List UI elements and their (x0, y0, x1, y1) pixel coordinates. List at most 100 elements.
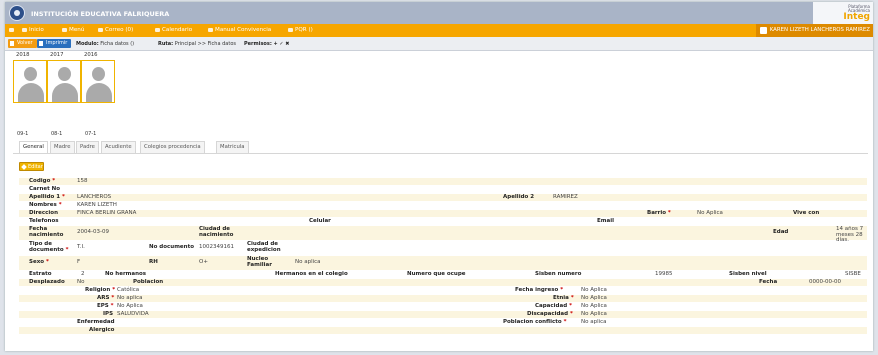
row-telefonos: Telefonos Celular Email (19, 218, 867, 225)
rh-label: RH (149, 259, 158, 265)
tab-acudiente[interactable]: Acudiente (101, 141, 136, 153)
main-menu: Inicio Menú Correo (0) Calendario Manual… (5, 24, 873, 37)
row-carnet: Carnet No (19, 186, 867, 193)
tipo-documento-value: T.I. (77, 244, 85, 250)
estrato-value: 2 (81, 271, 85, 277)
apellido1-value: LANCHEROS (77, 194, 112, 200)
enfermedad-label: Enfermedad (77, 319, 115, 325)
poblacion-conflicto-label: Poblacion conflicto * (503, 319, 567, 325)
row-alergico: Alergico (19, 327, 867, 334)
apellido1-label: Apellido 1 * (29, 194, 65, 200)
edit-button[interactable]: Editar (19, 162, 44, 171)
row-religion: Religion * Católica Fecha ingreso * No A… (19, 287, 867, 294)
desplazado-label: Desplazado (29, 279, 65, 285)
brand-name: Integ (843, 12, 870, 22)
fecha-label: Fecha (759, 279, 778, 285)
tab-madre[interactable]: Madre (50, 141, 75, 153)
fecha-ingreso-value: No Aplica (581, 287, 607, 293)
fecha-nacimiento-label: Fecha nacimiento (29, 226, 64, 238)
poblacion-label: Poblacion (133, 279, 164, 285)
tab-padre[interactable]: Padre (76, 141, 99, 153)
row-apellidos: Apellido 1 * LANCHEROS Apellido 2 RAMIRE… (19, 194, 867, 201)
row-ars: ARS * No aplica Etnia * No Aplica (19, 295, 867, 302)
nombres-label: Nombres * (29, 202, 62, 208)
barrio-label: Barrio * (647, 210, 671, 216)
apellido2-value: RAMIREZ (553, 194, 578, 200)
ips-label: IPS (103, 311, 114, 317)
permissions-icons: + ✓ ✖ (273, 41, 290, 47)
desplazado-value: No (77, 279, 85, 285)
discapacidad-label: Discapacidad * (527, 311, 573, 317)
direccion-value: FINCA BERLIN GRANA (77, 210, 137, 216)
user-menu[interactable]: KAREN LIZETH LANCHEROS RAMIREZ (755, 24, 873, 37)
school-name: INSTITUCIÓN EDUCATIVA FALRIQUERA (31, 10, 170, 18)
row-documento: Tipo de documento * T.I. No documento 10… (19, 241, 867, 255)
print-icon (39, 41, 43, 46)
row-estrato: Estrato 2 No hermanos Hermanos en el col… (19, 271, 867, 278)
rh-value: O+ (199, 259, 208, 265)
tab-matricula[interactable]: Matricula (216, 141, 249, 153)
carnet-label: Carnet No (29, 186, 61, 192)
photo-year: 2016 (84, 52, 98, 58)
module-info: Modulo: Ficha datos () (76, 41, 135, 47)
menu-item-pqr[interactable]: PQR () (288, 27, 313, 33)
book-icon (208, 27, 213, 32)
general-panel: Editar Codigo * 158 Carnet No Apellido 1… (13, 153, 868, 351)
codigo-label: Codigo * (29, 178, 56, 184)
fecha-value: 0000-00-00 (809, 279, 841, 285)
permissions-info: Permisos: + ✓ ✖ (244, 41, 290, 47)
no-documento-value: 1002349161 (199, 244, 234, 250)
fecha-ingreso-label: Fecha ingreso * (515, 287, 564, 293)
capacidad-value: No Aplica (581, 303, 607, 309)
codigo-value: 158 (77, 178, 88, 184)
nucleo-familiar-label: Nucleo Familiar (247, 256, 272, 268)
celular-label: Celular (309, 218, 331, 224)
nucleo-familiar-value: No aplica (295, 259, 321, 265)
menu-item-menu[interactable]: Menú (62, 27, 84, 33)
discapacidad-value: No Aplica (581, 311, 607, 317)
row-codigo: Codigo * 158 (19, 178, 867, 185)
menu-item-correo[interactable]: Correo (0) (98, 27, 133, 33)
row-nacimiento: Fecha nacimiento 2004-03-09 Ciudad de na… (19, 226, 867, 243)
avatar (13, 60, 47, 103)
sexo-label: Sexo * (29, 259, 49, 265)
vive-con-label: Vive con (793, 210, 820, 216)
sisben-numero-label: Sisben numero (535, 271, 582, 277)
app-window: INSTITUCIÓN EDUCATIVA FALRIQUERA Platafo… (5, 2, 873, 351)
gear-icon (22, 27, 27, 32)
print-button[interactable]: Imprimir (37, 39, 72, 48)
toolbar: Volver Imprimir Modulo: Ficha datos () R… (5, 37, 873, 51)
calendar-icon (155, 27, 160, 32)
back-arrow-icon (10, 41, 14, 46)
no-hermanos-label: No hermanos (105, 271, 147, 277)
direccion-label: Direccion (29, 210, 58, 216)
menu-item-manual[interactable]: Manual Convivencia (208, 27, 271, 33)
telefonos-label: Telefonos (29, 218, 59, 224)
tipo-documento-label: Tipo de documento * (29, 241, 69, 253)
photo-year: 2017 (50, 52, 64, 58)
barrio-value: No Aplica (697, 210, 723, 216)
row-ips: IPS SALUDVIDA Discapacidad * No Aplica (19, 311, 867, 318)
tab-general[interactable]: General (19, 141, 48, 153)
sisben-nivel-label: Sisben nivel (729, 271, 767, 277)
nombres-value: KAREN LIZETH (77, 202, 117, 208)
photo-group: 09-1 (17, 131, 29, 137)
avatar (81, 60, 115, 103)
menu-item-calendario[interactable]: Calendario (155, 27, 192, 33)
question-icon (288, 27, 293, 32)
estrato-label: Estrato (29, 271, 52, 277)
religion-label: Religion * (85, 287, 116, 293)
alergico-label: Alergico (89, 327, 115, 333)
menu-item-inicio[interactable]: Inicio (22, 27, 44, 33)
back-button[interactable]: Volver (8, 39, 37, 48)
etnia-value: No Aplica (581, 295, 607, 301)
menu-home-icon[interactable] (9, 27, 16, 33)
capacidad-label: Capacidad * (535, 303, 572, 309)
eps-value: No Aplica (117, 303, 143, 309)
mail-icon (98, 27, 103, 32)
grid-icon (62, 27, 67, 32)
tab-colegios-procedencia[interactable]: Colegios procedencia (140, 141, 205, 153)
fecha-nacimiento-value: 2004-03-09 (77, 229, 109, 235)
edad-label: Edad (773, 229, 789, 235)
ciudad-nacimiento-label: Ciudad de nacimiento (199, 226, 234, 238)
